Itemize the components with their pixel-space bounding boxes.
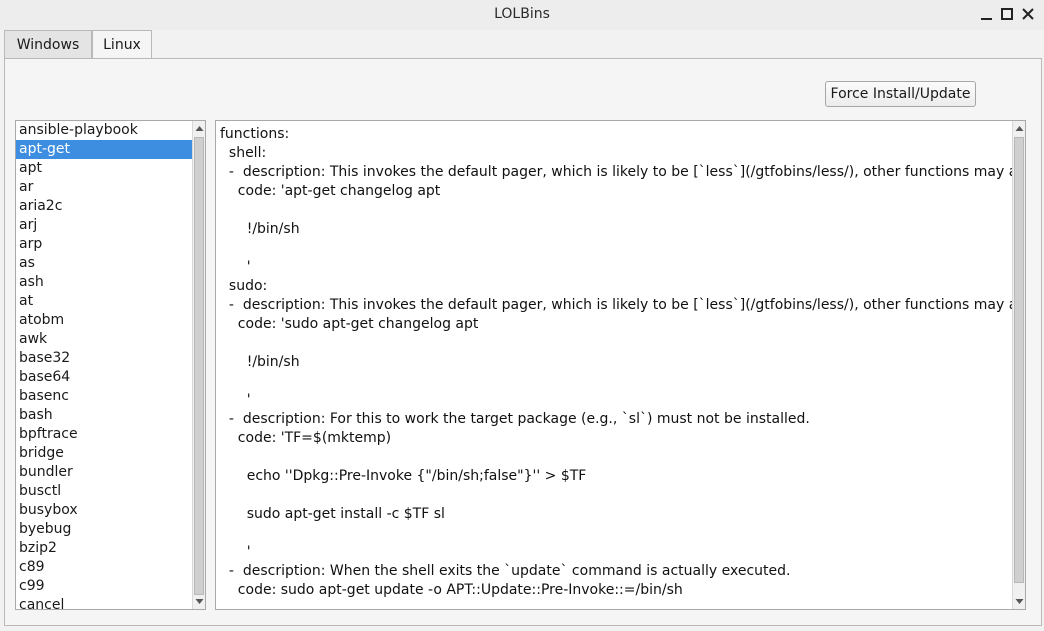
- details-scrollbar[interactable]: [1012, 121, 1025, 609]
- details-line: ': [220, 544, 251, 560]
- list-item[interactable]: bundler: [16, 463, 192, 482]
- list-item[interactable]: c89: [16, 558, 192, 577]
- scroll-thumb[interactable]: [194, 137, 204, 595]
- scroll-up-icon[interactable]: [1014, 123, 1025, 134]
- details-line: code: sudo apt-get update -o APT::Update…: [220, 582, 683, 598]
- list-item[interactable]: as: [16, 254, 192, 273]
- list-item[interactable]: base64: [16, 368, 192, 387]
- details-line: code: 'sudo apt-get changelog apt: [220, 316, 479, 332]
- list-item[interactable]: basenc: [16, 387, 192, 406]
- list-item[interactable]: bpftrace: [16, 425, 192, 444]
- list-item[interactable]: bash: [16, 406, 192, 425]
- binary-list-scrollbar[interactable]: [192, 121, 205, 609]
- list-item[interactable]: at: [16, 292, 192, 311]
- details-line: - description: This invokes the default …: [220, 297, 1026, 313]
- details-line: code: 'apt-get changelog apt: [220, 183, 441, 199]
- details-line: - description: This invokes the default …: [220, 164, 1026, 180]
- binary-list[interactable]: ansible-playbook apt-get apt ar aria2c arj arp…: [15, 120, 206, 610]
- list-item[interactable]: ash: [16, 273, 192, 292]
- details-line: ': [220, 259, 251, 275]
- scroll-up-icon[interactable]: [194, 123, 205, 134]
- list-item[interactable]: bridge: [16, 444, 192, 463]
- list-item[interactable]: c99: [16, 577, 192, 596]
- details-line: !/bin/sh: [220, 221, 300, 237]
- list-item[interactable]: ar: [16, 178, 192, 197]
- scroll-down-icon[interactable]: [194, 596, 205, 607]
- tab-linux[interactable]: Linux: [92, 30, 152, 59]
- details-line: [220, 239, 1010, 258]
- details-line: [220, 448, 1010, 467]
- list-item[interactable]: atobm: [16, 311, 192, 330]
- details-line: [220, 524, 1010, 543]
- list-item[interactable]: base32: [16, 349, 192, 368]
- window-title: LOLBins: [494, 6, 550, 22]
- details-line: code: 'TF=$(mktemp): [220, 430, 392, 446]
- details-line: !/bin/sh: [220, 354, 300, 370]
- details-line: shell:: [220, 145, 267, 161]
- details-line: [220, 201, 1010, 220]
- scroll-down-icon[interactable]: [1014, 596, 1025, 607]
- details-line: [220, 372, 1010, 391]
- details-line: - description: When the shell exits the …: [220, 563, 791, 579]
- list-item[interactable]: awk: [16, 330, 192, 349]
- details-line: ': [220, 392, 251, 408]
- details-line: sudo apt-get install -c $TF sl: [220, 506, 445, 522]
- tab-windows[interactable]: Windows: [4, 30, 92, 58]
- list-item[interactable]: ansible-playbook: [16, 121, 192, 140]
- binary-details-view[interactable]: functions: shell: - description: This in…: [215, 120, 1026, 610]
- maximize-icon[interactable]: [998, 5, 1016, 23]
- list-item[interactable]: cancel: [16, 596, 192, 609]
- details-line: sudo:: [220, 278, 268, 294]
- list-item[interactable]: byebug: [16, 520, 192, 539]
- details-line: echo ''Dpkg::Pre-Invoke {"/bin/sh;false"…: [220, 468, 587, 484]
- details-line: [220, 486, 1010, 505]
- scroll-thumb[interactable]: [1014, 137, 1024, 583]
- list-item[interactable]: aria2c: [16, 197, 192, 216]
- title-bar: LOLBins: [0, 0, 1044, 30]
- details-line: [220, 334, 1010, 353]
- list-item[interactable]: arp: [16, 235, 192, 254]
- list-item[interactable]: arj: [16, 216, 192, 235]
- minimize-icon[interactable]: [978, 5, 996, 23]
- details-line: functions:: [220, 126, 290, 142]
- close-icon[interactable]: [1019, 5, 1037, 23]
- list-item[interactable]: apt: [16, 159, 192, 178]
- list-item[interactable]: busctl: [16, 482, 192, 501]
- details-text: functions: shell: - description: This in…: [220, 125, 1026, 600]
- binary-list-items: ansible-playbook apt-get apt ar aria2c arj arp…: [16, 121, 192, 609]
- list-item[interactable]: apt-get: [16, 140, 192, 159]
- details-line: - description: For this to work the targ…: [220, 411, 810, 427]
- list-item[interactable]: bzip2: [16, 539, 192, 558]
- list-item[interactable]: busybox: [16, 501, 192, 520]
- force-install-update-button[interactable]: Force Install/Update: [825, 81, 976, 107]
